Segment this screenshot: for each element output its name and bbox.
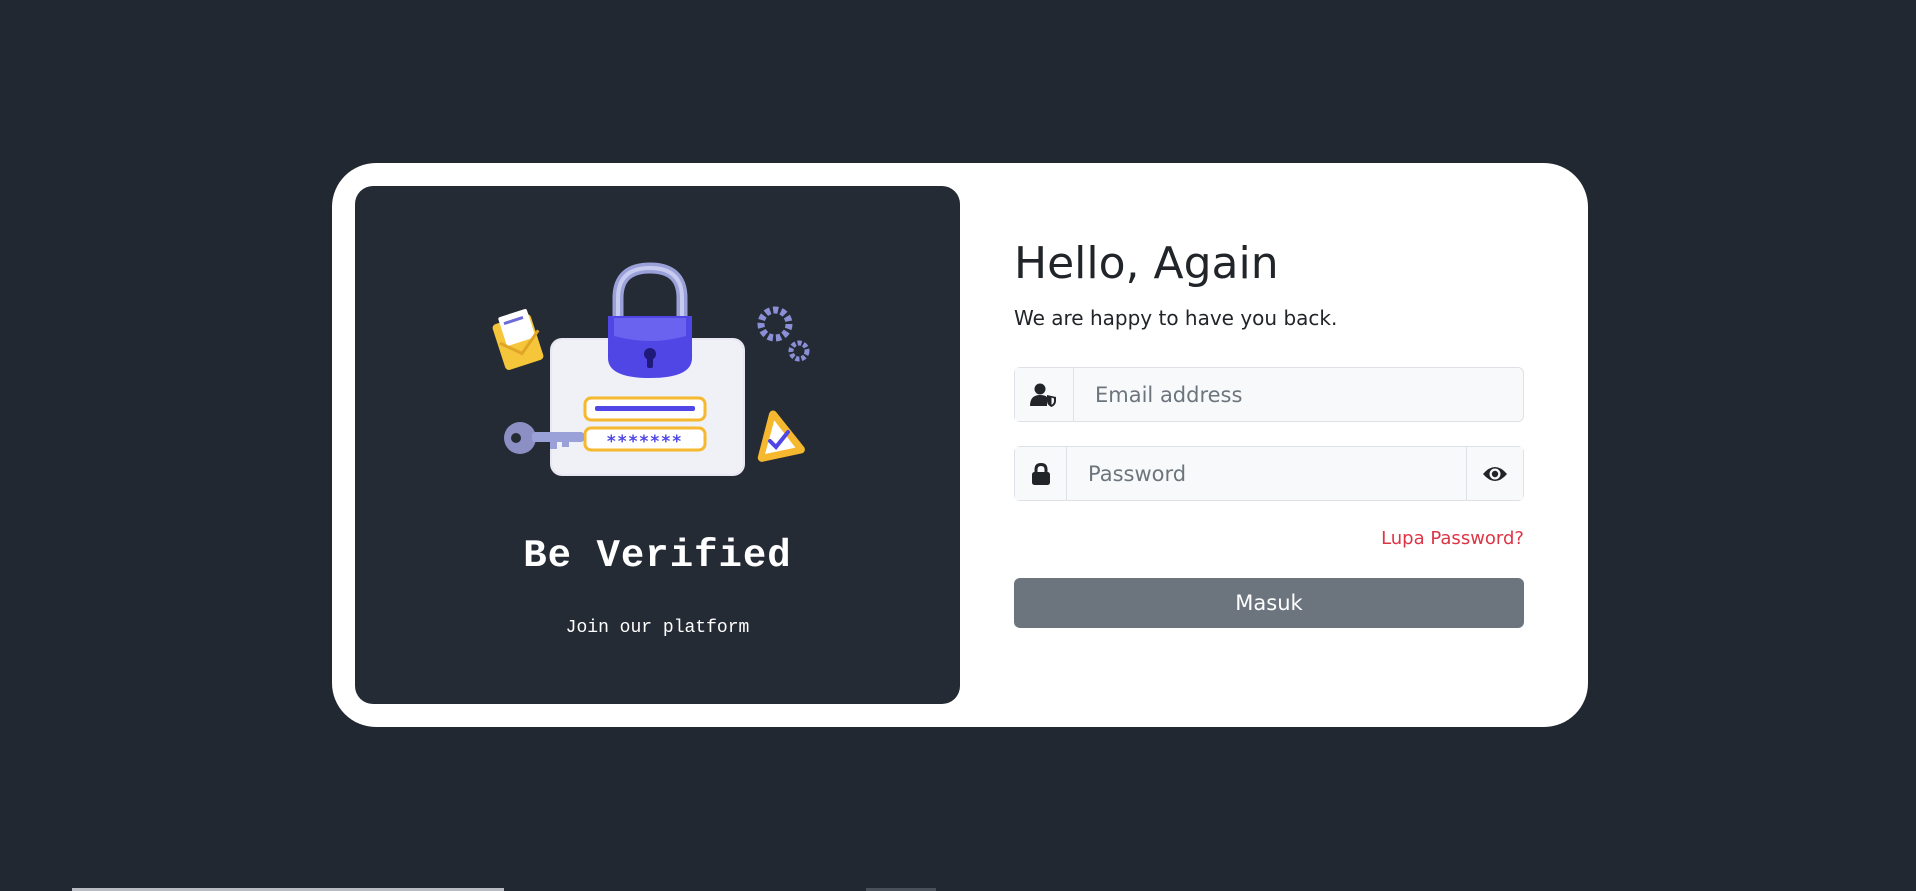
password-input[interactable] xyxy=(1067,447,1466,500)
login-button[interactable]: Masuk xyxy=(1014,578,1524,628)
padlock-icon xyxy=(608,262,692,378)
page-title: Hello, Again xyxy=(1014,238,1279,289)
illustration-password-mask: ******* xyxy=(607,432,683,452)
password-input-group xyxy=(1014,446,1524,501)
page-subtitle: We are happy to have you back. xyxy=(1014,306,1338,330)
login-card: ******* Be Verified Join our platform He… xyxy=(332,163,1588,727)
gear-icon xyxy=(757,306,810,362)
left-panel: ******* Be Verified Join our platform xyxy=(355,186,960,704)
envelope-icon xyxy=(492,308,544,370)
email-input[interactable] xyxy=(1074,368,1523,421)
check-warning-icon xyxy=(757,410,805,462)
user-shield-icon xyxy=(1015,368,1074,421)
login-security-illustration: ******* xyxy=(492,262,810,476)
left-panel-subtitle: Join our platform xyxy=(565,618,750,638)
forgot-password-link[interactable]: Lupa Password? xyxy=(1381,528,1524,549)
lock-icon xyxy=(1015,447,1067,500)
left-panel-title: Be Verified xyxy=(523,534,792,578)
login-form: Hello, Again We are happy to have you ba… xyxy=(1014,163,1526,727)
eye-icon[interactable] xyxy=(1466,447,1523,500)
email-input-group xyxy=(1014,367,1524,422)
